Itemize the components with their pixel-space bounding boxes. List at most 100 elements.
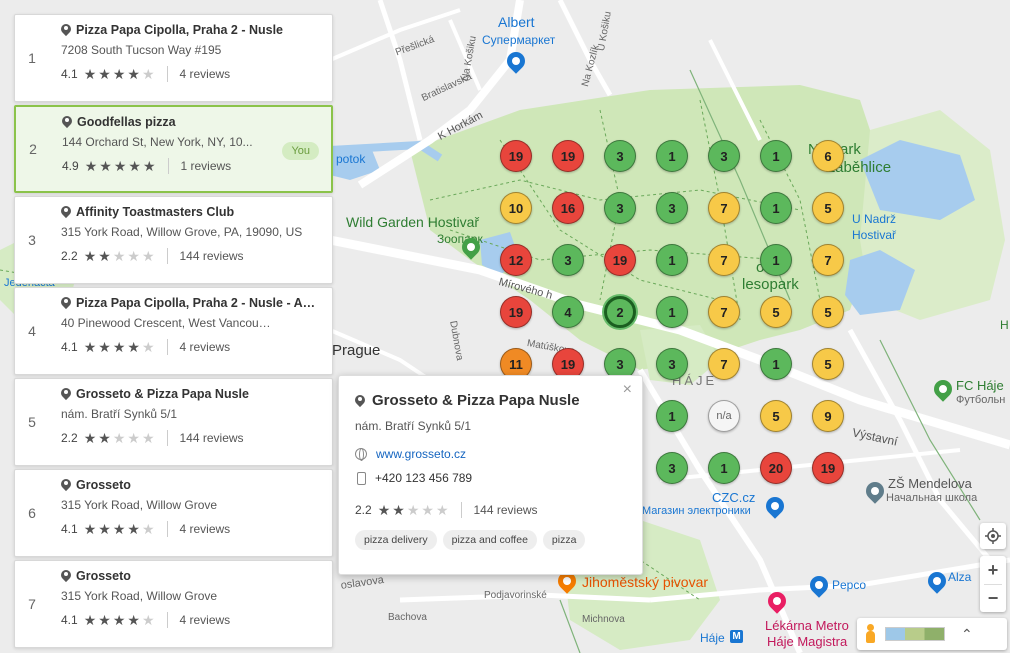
listing-name-text: Grosseto — [76, 478, 131, 492]
rank-marker[interactable]: 7 — [708, 348, 740, 380]
popup-tags: pizza delivery pizza and coffee pizza — [355, 530, 626, 550]
rank-marker[interactable]: 7 — [708, 192, 740, 224]
popup-reviews[interactable]: 144 reviews — [474, 503, 538, 517]
map-type-thumbnails[interactable] — [885, 627, 945, 641]
listing-name-text: Pizza Papa Cipolla, Praha 2 - Nusle — [76, 23, 284, 37]
map-label-bachova: Bachova — [388, 612, 427, 623]
zoom-out-button[interactable]: − — [980, 585, 1006, 612]
pegman-icon[interactable] — [865, 624, 875, 644]
reviews-count[interactable]: 144 reviews — [180, 431, 244, 445]
rank-marker[interactable]: 3 — [656, 192, 688, 224]
popup-phone[interactable]: +420 123 456 789 — [375, 471, 472, 485]
my-location-button[interactable] — [980, 523, 1006, 549]
rank-marker[interactable]: 20 — [760, 452, 792, 484]
rank-marker[interactable]: 3 — [604, 140, 636, 172]
map-label-supermarket: Супермаркет — [482, 33, 556, 47]
rank-marker[interactable]: 3 — [656, 348, 688, 380]
map-label-michnova: Michnova — [582, 614, 625, 625]
rank-marker[interactable]: 19 — [812, 452, 844, 484]
zoom-in-button[interactable]: + — [980, 556, 1006, 584]
rank-marker[interactable]: 1 — [760, 348, 792, 380]
reviews-count[interactable]: 4 reviews — [180, 67, 231, 81]
map-toolbar: ⌃ — [857, 618, 1007, 650]
rank-marker[interactable]: 4 — [552, 296, 584, 328]
rank-marker[interactable]: 5 — [812, 192, 844, 224]
rank-marker[interactable]: 16 — [552, 192, 584, 224]
star-icon: ★ — [141, 339, 155, 355]
listing-card[interactable]: 1 Pizza Papa Cipolla, Praha 2 - Nusle 7208… — [14, 14, 333, 102]
divider — [166, 612, 168, 628]
popup-website-link[interactable]: www.grosseto.cz — [376, 447, 466, 461]
reviews-count[interactable]: 4 reviews — [180, 613, 231, 627]
rank-marker[interactable]: 10 — [500, 192, 532, 224]
star-icon: ★ — [141, 248, 155, 264]
rank-marker[interactable]: 19 — [500, 296, 532, 328]
rank-marker[interactable]: 2 — [604, 296, 636, 328]
rank-marker[interactable]: 7 — [708, 244, 740, 276]
reviews-count[interactable]: 1 reviews — [181, 159, 232, 173]
map-label-lesopark: lesopark — [742, 276, 799, 293]
star-icon: ★ — [113, 158, 127, 174]
star-icon: ★ — [435, 502, 449, 518]
listing-address: 40 Pinewood Crescent, West Vancouver, B.… — [61, 316, 276, 330]
reviews-count[interactable]: 4 reviews — [180, 340, 231, 354]
listing-card[interactable]: 6 Grosseto 315 York Road, Willow Grove 4.1 ★… — [14, 469, 333, 557]
star-icon: ★ — [142, 158, 156, 174]
category-tag[interactable]: pizza delivery — [355, 530, 437, 550]
rank-marker[interactable]: 6 — [812, 140, 844, 172]
rank-marker[interactable]: 3 — [552, 244, 584, 276]
map-label-hostivar2: Hostivař — [852, 228, 897, 242]
rank-marker[interactable]: 5 — [812, 296, 844, 328]
close-popup-button[interactable]: × — [623, 381, 632, 399]
rank-marker[interactable]: 3 — [604, 192, 636, 224]
category-tag[interactable]: pizza — [542, 530, 586, 550]
listing-address: 144 Orchard St, New York, NY, 10... — [62, 135, 253, 149]
map-label-h: H — [1000, 318, 1009, 332]
listing-card[interactable]: 3 Affinity Toastmasters Club 315 York Road… — [14, 196, 333, 284]
globe-icon — [355, 448, 367, 461]
location-pin-icon — [61, 388, 71, 400]
listing-name: Goodfellas pizza — [62, 115, 319, 129]
map-label-zs-ru: Начальная школа — [886, 492, 978, 504]
rank-marker[interactable]: 19 — [604, 244, 636, 276]
listing-name-text: Grosseto & Pizza Papa Nusle — [76, 387, 249, 401]
rank-marker[interactable]: 19 — [552, 140, 584, 172]
category-tag[interactable]: pizza and coffee — [442, 530, 537, 550]
star-icon: ★ — [98, 339, 111, 355]
reviews-count[interactable]: 144 reviews — [180, 249, 244, 263]
star-icon: ★ — [127, 430, 140, 446]
rank-marker[interactable]: 1 — [760, 140, 792, 172]
rank-marker[interactable]: 1 — [656, 296, 688, 328]
star-icon: ★ — [127, 612, 140, 628]
popup-rating-value: 2.2 — [355, 503, 372, 517]
rank-marker[interactable]: 1 — [760, 244, 792, 276]
rank-marker[interactable]: 19 — [500, 140, 532, 172]
rating-value: 4.1 — [61, 340, 78, 354]
rank-marker[interactable]: 7 — [708, 296, 740, 328]
rank-marker[interactable]: 5 — [760, 296, 792, 328]
rank-marker[interactable]: 1 — [760, 192, 792, 224]
rank-marker[interactable]: 7 — [812, 244, 844, 276]
metro-icon[interactable]: M — [730, 630, 743, 643]
rank-marker-na[interactable]: n/a — [708, 400, 740, 432]
star-icon: ★ — [421, 502, 434, 518]
rank-marker[interactable]: 1 — [656, 140, 688, 172]
reviews-count[interactable]: 4 reviews — [180, 522, 231, 536]
listing-body: Grosseto 315 York Road, Willow Grove 4.1 ★ ★… — [49, 470, 332, 556]
listing-name: Affinity Toastmasters Club — [61, 205, 320, 219]
expand-icon[interactable]: ⌃ — [961, 626, 973, 643]
rank-marker[interactable]: 5 — [760, 400, 792, 432]
listing-name-text: Pizza Papa Cipolla, Praha 2 - Nusle - An… — [75, 296, 320, 310]
rank-marker[interactable]: 1 — [656, 400, 688, 432]
listing-card[interactable]: 7 Grosseto 315 York Road, Willow Grove 4.1 ★… — [14, 560, 333, 648]
rank-marker[interactable]: 5 — [812, 348, 844, 380]
rank-marker[interactable]: 3 — [656, 452, 688, 484]
rank-marker[interactable]: 3 — [708, 140, 740, 172]
rank-marker[interactable]: 9 — [812, 400, 844, 432]
listing-card[interactable]: 2 Goodfellas pizza 144 Orchard St, New Yor… — [14, 105, 333, 193]
rank-marker[interactable]: 1 — [656, 244, 688, 276]
listing-card[interactable]: 4 Pizza Papa Cipolla, Praha 2 - Nusle - A… — [14, 287, 333, 375]
rank-marker[interactable]: 12 — [500, 244, 532, 276]
rank-marker[interactable]: 1 — [708, 452, 740, 484]
listing-card[interactable]: 5 Grosseto & Pizza Papa Nusle nám. Bratří … — [14, 378, 333, 466]
